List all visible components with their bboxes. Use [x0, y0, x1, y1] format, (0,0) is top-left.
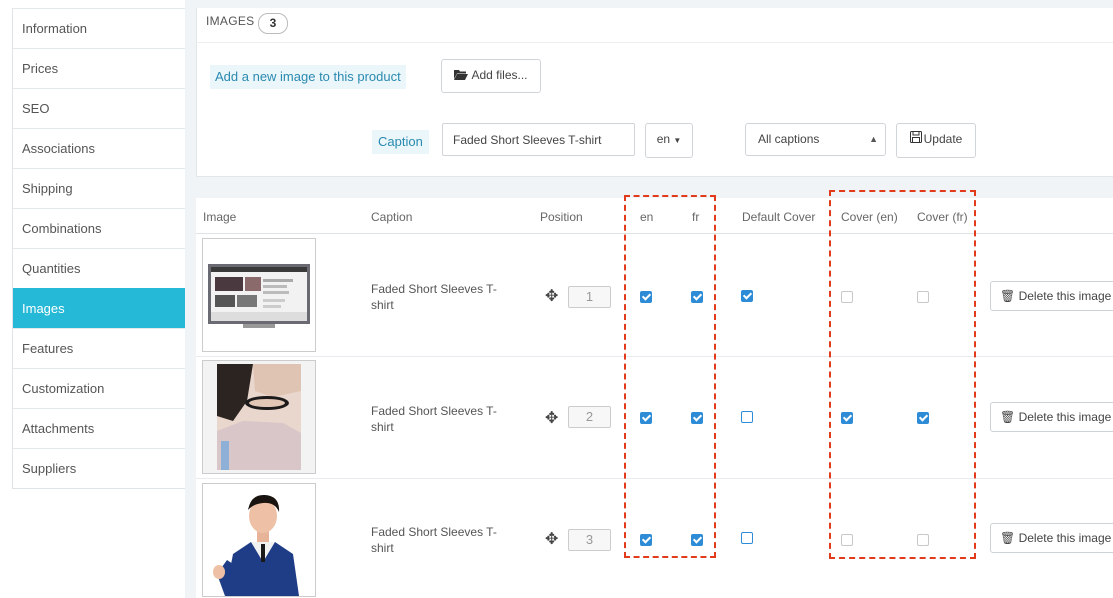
product-image-thumbnail[interactable]: [202, 483, 316, 597]
language-label: en: [656, 132, 671, 146]
sidebar-item-shipping[interactable]: Shipping: [13, 168, 185, 208]
product-tabs-sidebar: Information Prices SEO Associations Ship…: [12, 8, 186, 489]
position-field: 1: [568, 286, 611, 308]
caret-down-icon: ▼: [673, 136, 682, 145]
cover-columns-highlight: [829, 190, 976, 559]
add-image-label: Add a new image to this product: [210, 65, 406, 89]
delete-label: Delete this image: [1018, 289, 1112, 303]
folder-open-icon: [454, 61, 469, 91]
add-files-button[interactable]: Add files...: [441, 59, 541, 93]
row-caption: Faded Short Sleeves T-shirt: [371, 525, 497, 555]
product-image-thumbnail[interactable]: [202, 238, 316, 352]
sidebar-item-seo[interactable]: SEO: [13, 88, 185, 128]
update-button[interactable]: Update: [896, 123, 976, 158]
sidebar-item-attachments[interactable]: Attachments: [13, 408, 185, 448]
sidebar-item-prices[interactable]: Prices: [13, 48, 185, 88]
add-files-label: Add files...: [471, 68, 528, 82]
trash-icon: 🗑: [1000, 410, 1016, 424]
update-label: Update: [923, 132, 963, 146]
delete-label: Delete this image: [1018, 531, 1112, 545]
row-caption: Faded Short Sleeves T-shirt: [371, 282, 497, 312]
column-header-caption: Caption: [371, 210, 413, 224]
captions-filter-value: All captions: [758, 132, 820, 146]
panel-heading: IMAGES: [206, 14, 255, 28]
trash-icon: 🗑: [1000, 531, 1016, 545]
checkbox-default-cover[interactable]: [741, 532, 753, 544]
column-header-image: Image: [203, 210, 237, 224]
sidebar-item-customization[interactable]: Customization: [13, 368, 185, 408]
row-caption: Faded Short Sleeves T-shirt: [371, 404, 497, 434]
sidebar-item-features[interactable]: Features: [13, 328, 185, 368]
product-image-thumbnail[interactable]: [202, 360, 316, 474]
column-header-default-cover: Default Cover: [742, 210, 816, 224]
caption-input[interactable]: [442, 123, 635, 156]
sidebar-item-combinations[interactable]: Combinations: [13, 208, 185, 248]
floppy-disk-icon: [909, 124, 922, 155]
sidebar-item-quantities[interactable]: Quantities: [13, 248, 185, 288]
language-columns-highlight: [624, 195, 716, 558]
delete-image-button[interactable]: 🗑 Delete this image: [990, 281, 1113, 311]
sidebar-item-suppliers[interactable]: Suppliers: [13, 448, 185, 488]
image-count-badge: 3: [258, 13, 288, 34]
language-dropdown[interactable]: en ▼: [645, 123, 693, 158]
delete-label: Delete this image: [1018, 410, 1112, 424]
position-field: 2: [568, 406, 611, 428]
delete-image-button[interactable]: 🗑 Delete this image: [990, 523, 1113, 553]
checkbox-default-cover[interactable]: [741, 290, 753, 302]
select-arrows-icon: ▲: [869, 134, 878, 144]
sidebar-item-information[interactable]: Information: [13, 8, 185, 48]
drag-handle-icon[interactable]: ✥: [545, 408, 558, 428]
checkbox-default-cover[interactable]: [741, 411, 753, 423]
heading-divider: [196, 42, 1113, 43]
delete-image-button[interactable]: 🗑 Delete this image: [990, 402, 1113, 432]
drag-handle-icon[interactable]: ✥: [545, 286, 558, 306]
trash-icon: 🗑: [1000, 289, 1016, 303]
drag-handle-icon[interactable]: ✥: [545, 529, 558, 549]
position-field: 3: [568, 529, 611, 551]
sidebar-item-associations[interactable]: Associations: [13, 128, 185, 168]
column-header-position: Position: [540, 210, 583, 224]
captions-filter-select[interactable]: All captions ▲: [745, 123, 886, 156]
sidebar-item-images[interactable]: Images: [13, 288, 185, 328]
caption-label: Caption: [372, 130, 429, 154]
